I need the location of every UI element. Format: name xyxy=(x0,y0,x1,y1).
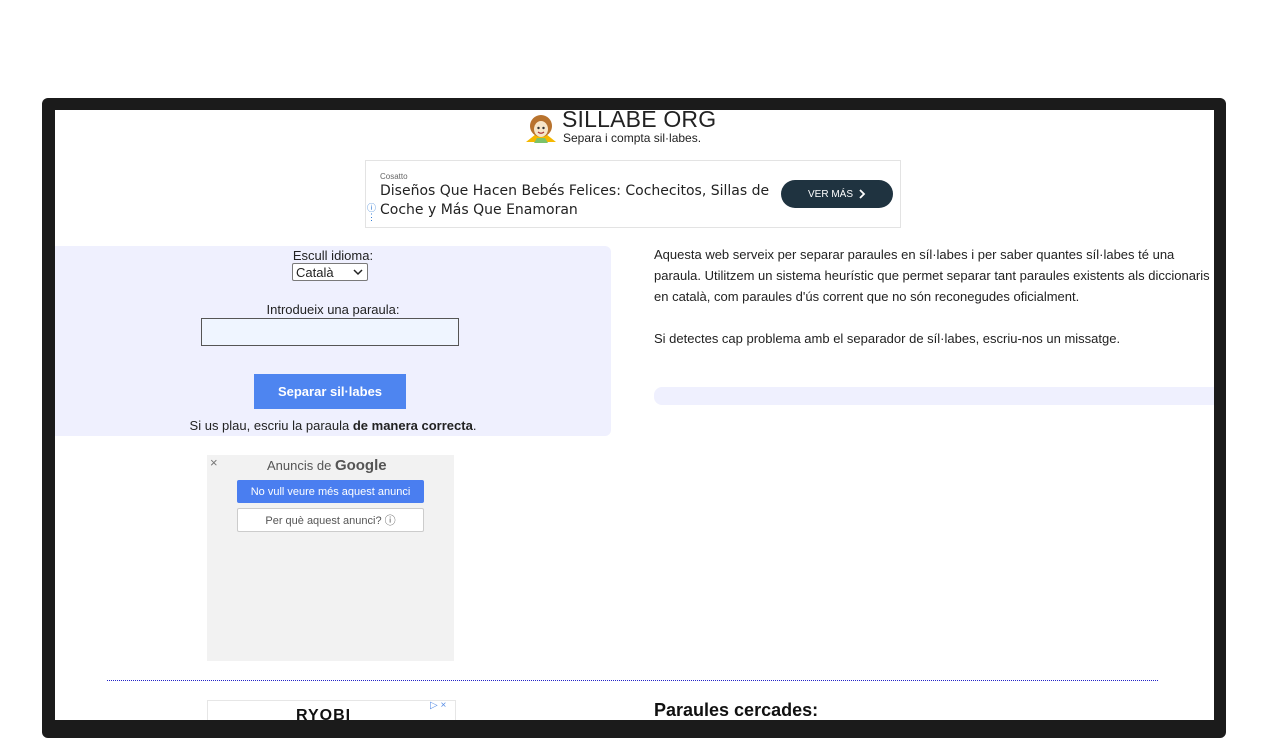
syllable-form-panel: Escull idioma: Català Introdueix una par… xyxy=(55,246,611,436)
language-label: Escull idioma: xyxy=(292,248,374,263)
chevron-down-icon xyxy=(353,269,363,276)
description-contact-paragraph: Si detectes cap problema amb el separado… xyxy=(654,331,1121,346)
ad-cta-label: VER MÁS xyxy=(807,188,853,200)
chevron-right-icon xyxy=(859,189,866,199)
ad-choices-icon[interactable]: ▷ × xyxy=(430,700,446,711)
hint-text: Si us plau, escriu la paraula xyxy=(189,418,353,433)
word-label: Introdueix una paraula: xyxy=(266,302,400,317)
close-icon[interactable]: × xyxy=(210,455,218,470)
hint-bold-text: de manera correcta xyxy=(352,418,473,433)
why-this-ad-button[interactable]: Per què aquest anunci? ⓘ xyxy=(237,508,424,532)
site-title[interactable]: SILLABE ORG xyxy=(562,110,716,133)
ad-sponsor: Cosatto xyxy=(380,172,408,181)
google-brand: Google xyxy=(334,457,387,474)
ad-brand-logo: RYOBI xyxy=(296,707,352,720)
google-ad-panel: × Anuncis de Google No vull veure més aq… xyxy=(207,455,454,661)
result-strip xyxy=(654,387,1214,405)
ads-by-label: Anuncis de xyxy=(267,458,335,473)
ads-by-google: Anuncis de Google xyxy=(267,457,387,474)
language-select-value: Català xyxy=(296,265,334,280)
ad-cta-button[interactable]: VER MÁS xyxy=(781,180,893,208)
site-description: Aquesta web serveix per separar paraules… xyxy=(654,244,1212,370)
description-paragraph: Aquesta web serveix per separar paraules… xyxy=(654,247,1210,304)
hint-suffix: . xyxy=(472,418,477,433)
form-hint: Si us plau, escriu la paraula de manera … xyxy=(55,418,611,433)
logo-mascot-icon xyxy=(526,115,556,143)
ad-info-icon[interactable]: ⓘ ⋮ xyxy=(367,204,376,222)
stop-seeing-ad-button[interactable]: No vull veure més aquest anunci xyxy=(237,480,424,503)
language-select[interactable]: Català xyxy=(292,263,368,281)
searched-words-heading: Paraules cercades: xyxy=(654,700,819,720)
site-subtitle: Separa i compta sil·labes. xyxy=(563,131,702,145)
ad-headline[interactable]: Diseños Que Hacen Bebés Felices: Cocheci… xyxy=(380,182,770,220)
section-divider xyxy=(107,680,1158,681)
word-input[interactable] xyxy=(201,318,459,346)
top-ad-banner[interactable]: Cosatto Diseños Que Hacen Bebés Felices:… xyxy=(365,160,901,228)
separate-syllables-button[interactable]: Separar sil·labes xyxy=(254,374,406,409)
bottom-ad-banner[interactable]: RYOBI ▷ × xyxy=(207,700,456,720)
page-viewport: SILLABE ORG Separa i compta sil·labes. C… xyxy=(55,110,1214,720)
